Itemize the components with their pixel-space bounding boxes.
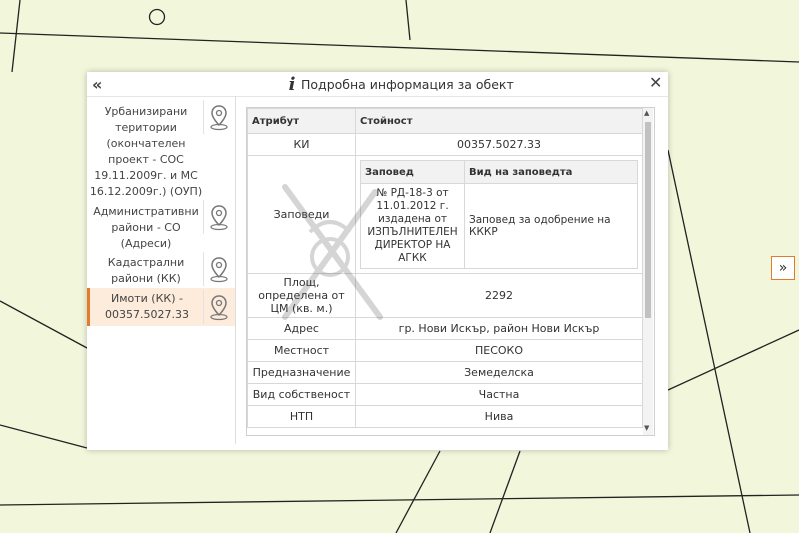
double-chevron-left-icon[interactable]: «	[92, 75, 102, 94]
layer-item-label: Имоти (КК) - 00357.5027.33	[105, 292, 189, 321]
table-row: Местност ПЕСОКО	[247, 339, 643, 362]
map-pin-icon[interactable]	[203, 200, 234, 234]
value-cell: гр. Нови Искър, район Нови Искър	[355, 317, 643, 340]
layer-item-cadastral-districts[interactable]: Кадастрални райони (КК)	[87, 252, 235, 288]
value-cell: ПЕСОКО	[355, 339, 643, 362]
table-row: Площ, определена от ЦМ (кв. м.) 2292	[247, 273, 643, 318]
attribute-cell: Предназначение	[247, 361, 356, 384]
table-row: Заповеди Заповед Вид на заповедта № РД-1…	[247, 155, 643, 274]
attribute-cell: НТП	[247, 405, 356, 428]
column-header-value: Стойност	[355, 108, 643, 134]
panel-divider	[235, 96, 236, 444]
scroll-down-icon[interactable]: ▼	[644, 424, 649, 432]
map-pin-icon[interactable]	[203, 252, 234, 286]
column-header-order-type: Вид на заповедта	[464, 160, 638, 184]
layer-item-properties[interactable]: Имоти (КК) - 00357.5027.33	[87, 288, 235, 326]
table-row: НТП Нива	[247, 405, 643, 428]
layer-item-label: Урбанизирани територии (окончателен прое…	[89, 105, 203, 198]
table-header-row: Атрибут Стойност	[247, 108, 643, 134]
value-cell: 00357.5027.33	[355, 133, 643, 156]
layer-item-admin-districts[interactable]: Административни райони - СО (Адреси)	[87, 198, 235, 252]
value-cell: Заповед Вид на заповедта № РД-18-3 от 11…	[355, 155, 643, 274]
table-row: Вид собственост Частна	[247, 383, 643, 406]
panel-title: Подробна информация за обект	[301, 77, 514, 92]
layer-item-label: Кадастрални райони (КК)	[107, 256, 185, 285]
layer-item-urban-territories[interactable]: Урбанизирани територии (окончателен прое…	[87, 100, 235, 198]
table-row: Адрес гр. Нови Искър, район Нови Искър	[247, 317, 643, 340]
attribute-cell: Площ, определена от ЦМ (кв. м.)	[247, 273, 356, 318]
attributes-table-container: Атрибут Стойност КИ 00357.5027.33 Запове…	[246, 107, 655, 436]
expand-panel-button[interactable]: »	[771, 256, 795, 280]
value-cell: Нива	[355, 405, 643, 428]
attribute-cell: КИ	[247, 133, 356, 156]
table-row: № РД-18-3 от 11.01.2012 г. издадена от И…	[360, 183, 638, 269]
attribute-cell: Адрес	[247, 317, 356, 340]
order-cell: № РД-18-3 от 11.01.2012 г. издадена от И…	[360, 183, 465, 269]
double-chevron-right-icon: »	[778, 260, 788, 276]
order-type-cell: Заповед за одобрение на КККР	[464, 183, 638, 269]
map-pin-icon[interactable]	[203, 290, 234, 324]
layer-item-label: Административни райони - СО (Адреси)	[93, 205, 199, 250]
table-scrollbar[interactable]: ▲ ▼	[643, 108, 653, 435]
value-cell: Частна	[355, 383, 643, 406]
table-header-row: Заповед Вид на заповедта	[360, 160, 638, 184]
panel-header: « i Подробна информация за обект ✕	[87, 72, 668, 97]
table-row: КИ 00357.5027.33	[247, 133, 643, 156]
value-cell: Земеделска	[355, 361, 643, 384]
table-row: Предназначение Земеделска	[247, 361, 643, 384]
info-icon: i	[288, 74, 296, 95]
scrollbar-thumb[interactable]	[645, 122, 651, 318]
column-header-attribute: Атрибут	[247, 108, 356, 134]
attributes-table: Атрибут Стойност КИ 00357.5027.33 Запове…	[247, 108, 643, 428]
attribute-cell: Местност	[247, 339, 356, 362]
layer-list: Урбанизирани територии (окончателен прое…	[87, 96, 235, 450]
map-pin-icon[interactable]	[203, 100, 234, 134]
attribute-cell: Заповеди	[247, 155, 356, 274]
scroll-up-icon[interactable]: ▲	[644, 109, 649, 117]
object-details-panel: « i Подробна информация за обект ✕ Урбан…	[87, 72, 668, 450]
column-header-order: Заповед	[360, 160, 465, 184]
value-cell: 2292	[355, 273, 643, 318]
orders-table: Заповед Вид на заповедта № РД-18-3 от 11…	[360, 160, 638, 269]
close-icon[interactable]: ✕	[649, 73, 662, 92]
attribute-cell: Вид собственост	[247, 383, 356, 406]
